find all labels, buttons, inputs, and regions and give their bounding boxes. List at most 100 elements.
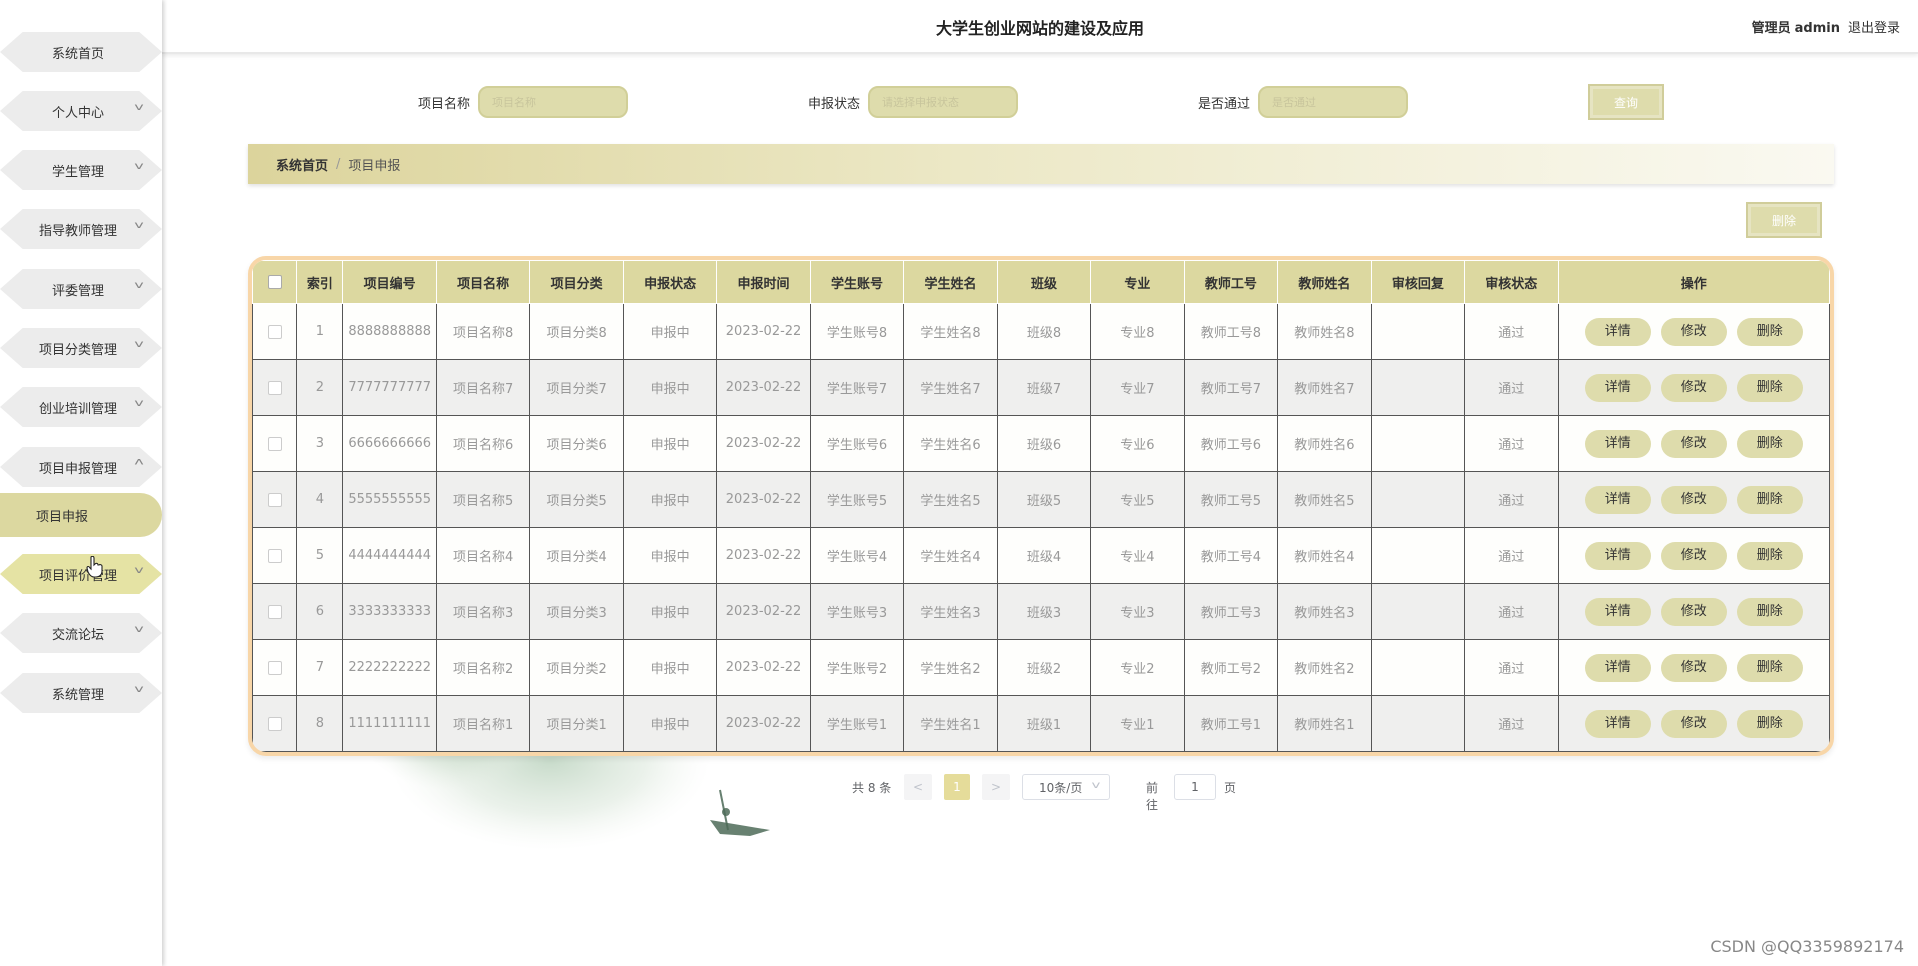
row-select-cell[interactable]	[252, 695, 298, 752]
batch-delete-button[interactable]: 删除	[1746, 202, 1822, 238]
delete-button[interactable]: 删除	[1736, 709, 1803, 738]
detail-button[interactable]: 详情	[1584, 429, 1651, 458]
sidebar-item-evaluation-mgmt[interactable]: 项目评价管理 v	[0, 552, 162, 596]
detail-button[interactable]: 详情	[1584, 373, 1651, 402]
sidebar-item-training-mgmt[interactable]: 创业培训管理 v	[0, 385, 162, 429]
table-cell: 项目名称6	[435, 415, 531, 472]
pagination-page-1[interactable]: 1	[944, 774, 970, 800]
breadcrumb-separator: /	[336, 156, 341, 172]
project-name-input[interactable]	[478, 86, 628, 118]
select-all-header[interactable]	[252, 260, 298, 304]
edit-button[interactable]: 修改	[1660, 653, 1727, 682]
table-cell: 教师工号4	[1183, 527, 1279, 584]
row-checkbox[interactable]	[267, 436, 282, 451]
table-cell: 学生姓名6	[903, 415, 998, 472]
row-checkbox[interactable]	[267, 324, 282, 339]
sidebar-item-personal-center[interactable]: 个人中心 v	[0, 89, 162, 133]
table-cell	[1370, 527, 1466, 584]
table-cell: 2023-02-22	[716, 695, 811, 752]
row-select-cell[interactable]	[252, 303, 298, 360]
column-header: 操作	[1557, 260, 1830, 304]
breadcrumb-home[interactable]: 系统首页	[276, 155, 328, 174]
column-header: 班级	[996, 260, 1092, 304]
chevron-up-icon: v	[134, 456, 144, 467]
row-checkbox[interactable]	[267, 716, 282, 731]
pagination-goto-input[interactable]: 1	[1174, 774, 1216, 800]
table-cell: 教师姓名8	[1277, 303, 1372, 360]
table-cell: 申报中	[622, 303, 718, 360]
app-title: 大学生创业网站的建设及应用	[935, 19, 1144, 38]
sidebar-item-label: 学生管理	[51, 164, 104, 180]
detail-button[interactable]: 详情	[1584, 541, 1651, 570]
delete-button[interactable]: 删除	[1736, 653, 1803, 682]
delete-button[interactable]: 删除	[1736, 317, 1803, 346]
chevron-down-icon: v	[134, 398, 144, 409]
edit-button[interactable]: 修改	[1660, 709, 1727, 738]
table-cell: 2023-02-22	[716, 639, 811, 696]
sidebar-item-forum[interactable]: 交流论坛 v	[0, 611, 162, 655]
pagination-next-button[interactable]: >	[982, 774, 1010, 800]
table-cell: 项目分类1	[529, 695, 624, 752]
table-cell: 2023-02-22	[716, 303, 811, 360]
table-cell: 通过	[1464, 583, 1559, 640]
detail-button[interactable]: 详情	[1584, 597, 1651, 626]
detail-button[interactable]: 详情	[1584, 485, 1651, 514]
sidebar-item-home[interactable]: 系统首页	[0, 30, 162, 74]
table-cell: 班级3	[996, 583, 1092, 640]
delete-button[interactable]: 删除	[1736, 373, 1803, 402]
detail-button[interactable]: 详情	[1584, 653, 1651, 682]
table-cell	[1370, 303, 1466, 360]
row-checkbox[interactable]	[267, 380, 282, 395]
column-header: 教师姓名	[1277, 260, 1372, 304]
table-cell: 学生账号3	[809, 583, 905, 640]
logout-link[interactable]: 退出登录	[1848, 21, 1900, 36]
table-cell: 2	[296, 359, 344, 416]
edit-button[interactable]: 修改	[1660, 373, 1727, 402]
chevron-down-icon: v	[134, 102, 144, 113]
edit-button[interactable]: 修改	[1660, 317, 1727, 346]
row-checkbox[interactable]	[267, 492, 282, 507]
edit-button[interactable]: 修改	[1660, 541, 1727, 570]
row-checkbox[interactable]	[267, 548, 282, 563]
edit-button[interactable]: 修改	[1660, 429, 1727, 458]
table-cell: 3333333333	[342, 583, 437, 640]
apply-status-select[interactable]	[868, 86, 1018, 118]
row-select-cell[interactable]	[252, 639, 298, 696]
sidebar-item-label: 评委管理	[51, 283, 104, 299]
select-all-checkbox[interactable]	[267, 275, 282, 289]
sidebar-item-judge-mgmt[interactable]: 评委管理 v	[0, 267, 162, 311]
row-checkbox[interactable]	[267, 660, 282, 675]
column-header: 项目名称	[435, 260, 531, 304]
sidebar-subitem-project-apply[interactable]: 项目申报	[0, 493, 162, 537]
row-select-cell[interactable]	[252, 359, 298, 416]
table-cell: 学生账号8	[809, 303, 905, 360]
passed-select[interactable]	[1258, 86, 1408, 118]
query-button[interactable]: 查询	[1588, 84, 1664, 120]
sidebar-item-project-apply-mgmt[interactable]: 项目申报管理 v	[0, 445, 162, 489]
column-header: 索引	[296, 260, 344, 304]
detail-button[interactable]: 详情	[1584, 317, 1651, 346]
edit-button[interactable]: 修改	[1660, 597, 1727, 626]
page-size-select[interactable]: 10条/页 v	[1022, 774, 1110, 800]
sidebar-item-system-mgmt[interactable]: 系统管理 v	[0, 671, 162, 715]
sidebar-item-student-mgmt[interactable]: 学生管理 v	[0, 148, 162, 192]
row-select-cell[interactable]	[252, 471, 298, 528]
table-cell: 学生姓名3	[903, 583, 998, 640]
delete-button[interactable]: 删除	[1736, 541, 1803, 570]
table-row: 6 3333333333 项目名称3 项目分类3 申报中 2023-02-22 学生账号3 学…	[252, 583, 1830, 640]
row-checkbox[interactable]	[267, 604, 282, 619]
row-select-cell[interactable]	[252, 415, 298, 472]
sidebar-item-teacher-mgmt[interactable]: 指导教师管理 v	[0, 207, 162, 251]
delete-button[interactable]: 删除	[1736, 485, 1803, 514]
row-select-cell[interactable]	[252, 583, 298, 640]
pagination-prev-button[interactable]: <	[904, 774, 932, 800]
delete-button[interactable]: 删除	[1736, 429, 1803, 458]
sidebar-item-category-mgmt[interactable]: 项目分类管理 v	[0, 326, 162, 370]
table-cell	[1370, 695, 1466, 752]
table-cell: 项目名称3	[435, 583, 531, 640]
edit-button[interactable]: 修改	[1660, 485, 1727, 514]
delete-button[interactable]: 删除	[1736, 597, 1803, 626]
row-select-cell[interactable]	[252, 527, 298, 584]
detail-button[interactable]: 详情	[1584, 709, 1651, 738]
sidebar-item-label: 个人中心	[51, 105, 104, 121]
